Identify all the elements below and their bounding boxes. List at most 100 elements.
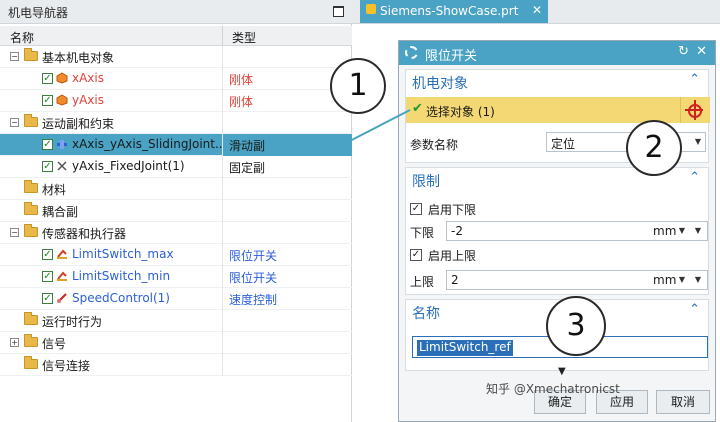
tree-row-label: 传感器和执行器 (42, 227, 127, 241)
tree-row[interactable]: ✓ yAxis_FixedJoint(1) 固定副 (0, 156, 352, 178)
tree-row-selected[interactable]: ✓ xAxis_yAxis_SlidingJoint... 滑动副 (0, 134, 352, 156)
type-label: 限位开关 (229, 271, 278, 285)
sliding-joint-icon (57, 140, 67, 149)
tree-row[interactable]: 信号连接 (0, 354, 352, 376)
upper-limit-value: 2 (451, 273, 459, 287)
enable-lower-checkbox[interactable]: ✓ (410, 203, 422, 215)
lower-limit-input[interactable]: -2 mm ▼ ▼ (446, 221, 708, 241)
folder-icon (24, 202, 38, 215)
crosshair-target-icon[interactable] (680, 97, 706, 123)
visibility-checkbox[interactable]: ✓ (42, 73, 53, 84)
column-separator[interactable] (222, 26, 223, 46)
rigid-body-icon (56, 94, 68, 106)
section-title: 名称 (412, 306, 440, 322)
select-object-row[interactable]: ✔ 选择对象 (1) (406, 97, 710, 123)
param-name-value: 定位 (551, 137, 576, 151)
tree-row-label: xAxis (72, 71, 104, 85)
visibility-checkbox[interactable]: ✓ (42, 161, 53, 172)
dialog-title: 限位开关 (425, 49, 478, 64)
tree-row[interactable]: ✓ SpeedControl(1) 速度控制 (0, 288, 352, 310)
mechatronics-navigator: 机电导航器 名称 类型 − 基本机电对象 ✓ xAxis 刚体 ✓ yAxis … (0, 0, 352, 422)
upper-limit-label: 上限 (410, 275, 435, 289)
reset-icon[interactable]: ↻ (678, 44, 689, 59)
visibility-checkbox[interactable]: ✓ (42, 95, 53, 106)
type-cell (222, 112, 352, 134)
tree-row[interactable]: ✓ LimitSwitch_min 限位开关 (0, 266, 352, 288)
tree-row[interactable]: 材料 (0, 178, 352, 200)
enable-lower-label: 启用下限 (428, 203, 477, 217)
close-icon[interactable]: ✕ (696, 44, 707, 59)
tree-row[interactable]: 运行时行为 (0, 310, 352, 332)
section-header[interactable]: 机电对象 ⌃ (406, 70, 708, 94)
select-object-label: 选择对象 (1) (426, 105, 495, 119)
type-cell (222, 46, 352, 68)
visibility-checkbox[interactable]: ✓ (42, 271, 53, 282)
tree-row[interactable]: ✓ LimitSwitch_max 限位开关 (0, 244, 352, 266)
tree-row-label: 运动副和约束 (42, 117, 115, 131)
section-title: 限制 (412, 174, 440, 190)
limit-switch-icon (57, 249, 67, 259)
collapse-icon[interactable]: − (10, 228, 19, 237)
collapse-caret-icon[interactable]: ⌃ (689, 72, 700, 87)
more-options-icon[interactable]: ▼ (695, 275, 701, 284)
dropdown-arrow-icon[interactable]: ▼ (695, 137, 701, 146)
collapse-caret-icon[interactable]: ⌃ (689, 170, 700, 185)
tree-row-label: xAxis_yAxis_SlidingJoint... (72, 137, 227, 151)
type-cell: 固定副 (222, 156, 352, 178)
upper-limit-unit[interactable]: mm (653, 273, 676, 287)
navigator-titlebar: 机电导航器 (0, 0, 352, 24)
document-tab-label: Siemens-ShowCase.prt (380, 4, 519, 18)
part-file-icon (366, 4, 376, 14)
collapse-icon[interactable]: − (10, 118, 19, 127)
navigator-tree: − 基本机电对象 ✓ xAxis 刚体 ✓ yAxis 刚体 − 运动副和约束 (0, 46, 352, 376)
column-type-header[interactable]: 类型 (232, 29, 256, 46)
cancel-button[interactable]: 取消 (656, 390, 710, 414)
tree-row[interactable]: + 信号 (0, 332, 352, 354)
type-cell (222, 222, 352, 244)
unit-dropdown-icon[interactable]: ▼ (679, 226, 685, 235)
maximize-icon[interactable] (333, 6, 344, 17)
tree-row[interactable]: ✓ xAxis 刚体 (0, 68, 352, 90)
type-cell: 限位开关 (222, 266, 352, 288)
tree-row-label: 运行时行为 (42, 315, 103, 329)
more-options-icon[interactable]: ▼ (695, 226, 701, 235)
show-more-arrow-icon[interactable]: ▼ (558, 366, 566, 377)
type-label: 固定副 (229, 161, 266, 175)
speed-control-icon (57, 293, 67, 303)
enable-upper-checkbox[interactable]: ✓ (410, 249, 422, 261)
fixed-joint-icon (57, 161, 67, 171)
tree-row-label: 基本机电对象 (42, 51, 115, 65)
tree-row[interactable]: 耦合副 (0, 200, 352, 222)
expand-icon[interactable]: + (10, 338, 19, 347)
tree-row[interactable]: − 运动副和约束 (0, 112, 352, 134)
callout-3: 3 (546, 296, 606, 356)
tree-row-label: 信号连接 (42, 359, 91, 373)
column-name-header[interactable]: 名称 (10, 29, 34, 46)
tree-row-label: SpeedControl(1) (72, 291, 170, 305)
tree-row-label: 信号 (42, 337, 67, 351)
unit-dropdown-icon[interactable]: ▼ (679, 275, 685, 284)
tree-row[interactable]: − 传感器和执行器 (0, 222, 352, 244)
visibility-checkbox[interactable]: ✓ (42, 139, 53, 150)
collapse-caret-icon[interactable]: ⌃ (689, 302, 700, 317)
collapse-icon[interactable]: − (10, 52, 19, 61)
lower-limit-unit[interactable]: mm (653, 224, 676, 238)
document-tab[interactable]: Siemens-ShowCase.prt ✕ (360, 0, 548, 23)
folder-icon (24, 224, 38, 237)
visibility-checkbox[interactable]: ✓ (42, 293, 53, 304)
close-tab-icon[interactable]: ✕ (532, 3, 542, 17)
folder-icon (24, 312, 38, 325)
type-cell: 速度控制 (222, 288, 352, 310)
limit-switch-icon (57, 271, 67, 281)
tree-row-label: 耦合副 (42, 205, 79, 219)
upper-limit-input[interactable]: 2 mm ▼ ▼ (446, 270, 708, 290)
type-cell (222, 354, 352, 376)
document-tabbar: Siemens-ShowCase.prt ✕ (352, 0, 720, 24)
tree-row-label: LimitSwitch_max (72, 247, 174, 261)
dialog-titlebar: 限位开关 ↻ ✕ (399, 41, 715, 65)
tree-row[interactable]: ✓ yAxis 刚体 (0, 90, 352, 112)
tree-row[interactable]: − 基本机电对象 (0, 46, 352, 68)
watermark: 知乎 @Xmechatronicst (486, 382, 620, 396)
section-title: 机电对象 (412, 76, 468, 92)
visibility-checkbox[interactable]: ✓ (42, 249, 53, 260)
